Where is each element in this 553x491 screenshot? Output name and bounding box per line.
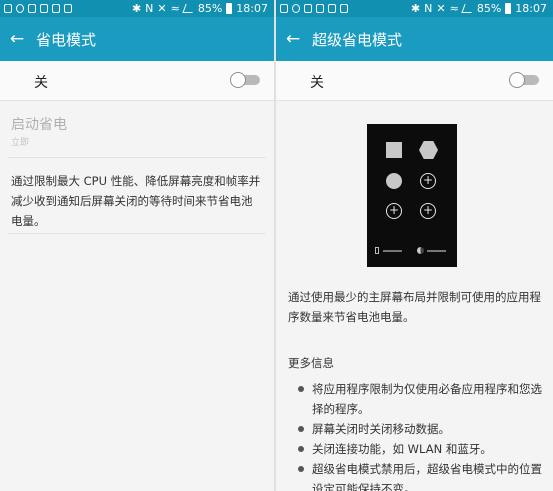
- start-power-saving-title[interactable]: 启动省电: [11, 114, 67, 134]
- battery-icon: [375, 247, 379, 254]
- message-icon: [64, 4, 72, 13]
- toggle-label: 关: [34, 75, 48, 91]
- list-item: 屏幕关闭时关闭移动数据。: [296, 419, 546, 439]
- app-bar: ← 超级省电模式: [276, 17, 553, 61]
- page-title: 省电模式: [36, 30, 97, 49]
- left-screen: ✱ N ✕ ≈ 85% 18:07 ← 省电模式 关 启动省电 立即 通过限制最…: [0, 0, 274, 491]
- sync-icon: [292, 4, 300, 13]
- right-screen: ✱ N ✕ ≈ 85% 18:07 ← 超级省电模式 关 + + + 通过使用最…: [276, 0, 553, 491]
- list-item: 超级省电模式禁用后，超级省电模式中的位置设定可能保持不变。: [296, 459, 546, 491]
- divider: [8, 157, 266, 158]
- moon-icon: [417, 247, 424, 254]
- nfc-icon: N: [424, 2, 433, 15]
- app-icon: [316, 4, 324, 13]
- battery-icon: [226, 3, 233, 14]
- list-item: 关闭连接功能，如 WLAN 和蓝牙。: [296, 439, 546, 459]
- power-saving-toggle-row[interactable]: 关: [0, 61, 274, 101]
- signal-icon: [461, 4, 475, 13]
- add-app-icon: +: [420, 173, 436, 189]
- gallery-icon: [4, 4, 12, 13]
- hexagon-shape-icon: [419, 141, 438, 159]
- status-bar: ✱ N ✕ ≈ 85% 18:07: [0, 0, 274, 17]
- chat-icon: [328, 4, 336, 13]
- more-info-heading: 更多信息: [288, 356, 334, 370]
- add-app-icon: +: [420, 203, 436, 219]
- more-info-list: 将应用程序限制为仅使用必备应用程序和您选择的程序。 屏幕关闭时关闭移动数据。 关…: [296, 379, 546, 491]
- app-bar: ← 省电模式: [0, 17, 274, 61]
- notification-icons: [4, 2, 72, 15]
- mute-icon: ✕: [157, 2, 167, 15]
- message-icon: [340, 4, 348, 13]
- switch-thumb: [230, 72, 246, 88]
- upload-icon: [28, 4, 36, 13]
- circle-shape-icon: [386, 173, 402, 189]
- ultra-power-saving-toggle-row[interactable]: 关: [276, 61, 553, 101]
- clock: 18:07: [515, 2, 547, 15]
- bluetooth-icon: ✱: [131, 2, 142, 15]
- battery-percent: 85%: [476, 2, 502, 15]
- battery-icon: [505, 3, 512, 14]
- back-button[interactable]: ←: [0, 17, 34, 61]
- wifi-icon: ≈: [449, 2, 459, 15]
- bluetooth-icon: ✱: [410, 2, 421, 15]
- toggle-label: 关: [310, 75, 324, 91]
- power-saving-switch[interactable]: [230, 72, 260, 88]
- arrow-left-icon: ←: [285, 29, 301, 49]
- nfc-icon: N: [145, 2, 154, 15]
- ultra-power-saving-description: 通过使用最少的主屏幕布局并限制可使用的应用程序数量来节省电池电量。: [288, 290, 541, 324]
- system-icons: ✱ N ✕ ≈ 85% 18:07: [132, 1, 268, 16]
- divider: [8, 233, 266, 234]
- system-icons: ✱ N ✕ ≈ 85% 18:07: [411, 1, 547, 16]
- ultra-mode-preview-image: + + +: [367, 124, 457, 267]
- clock: 18:07: [236, 2, 268, 15]
- gallery-icon: [280, 4, 288, 13]
- page-title: 超级省电模式: [312, 30, 403, 49]
- list-item: 将应用程序限制为仅使用必备应用程序和您选择的程序。: [296, 379, 546, 419]
- wifi-icon: ≈: [170, 2, 180, 15]
- battery-percent: 85%: [197, 2, 223, 15]
- power-saving-description: 通过限制最大 CPU 性能、降低屏幕亮度和帧率并减少收到通知后屏幕关闭的等待时间…: [11, 174, 261, 228]
- chat-icon: [52, 4, 60, 13]
- back-button[interactable]: ←: [276, 17, 310, 61]
- add-app-icon: +: [386, 203, 402, 219]
- upload-icon: [304, 4, 312, 13]
- square-shape-icon: [386, 142, 402, 158]
- app-icon: [40, 4, 48, 13]
- preview-bar: [427, 250, 446, 252]
- sync-icon: [16, 4, 24, 13]
- start-power-saving-subtitle: 立即: [11, 138, 30, 148]
- status-bar: ✱ N ✕ ≈ 85% 18:07: [276, 0, 553, 17]
- arrow-left-icon: ←: [9, 29, 25, 49]
- signal-icon: [182, 4, 196, 13]
- ultra-power-saving-switch[interactable]: [509, 72, 539, 88]
- switch-thumb: [509, 72, 525, 88]
- mute-icon: ✕: [436, 2, 446, 15]
- preview-bar: [383, 250, 402, 252]
- notification-icons: [280, 2, 348, 15]
